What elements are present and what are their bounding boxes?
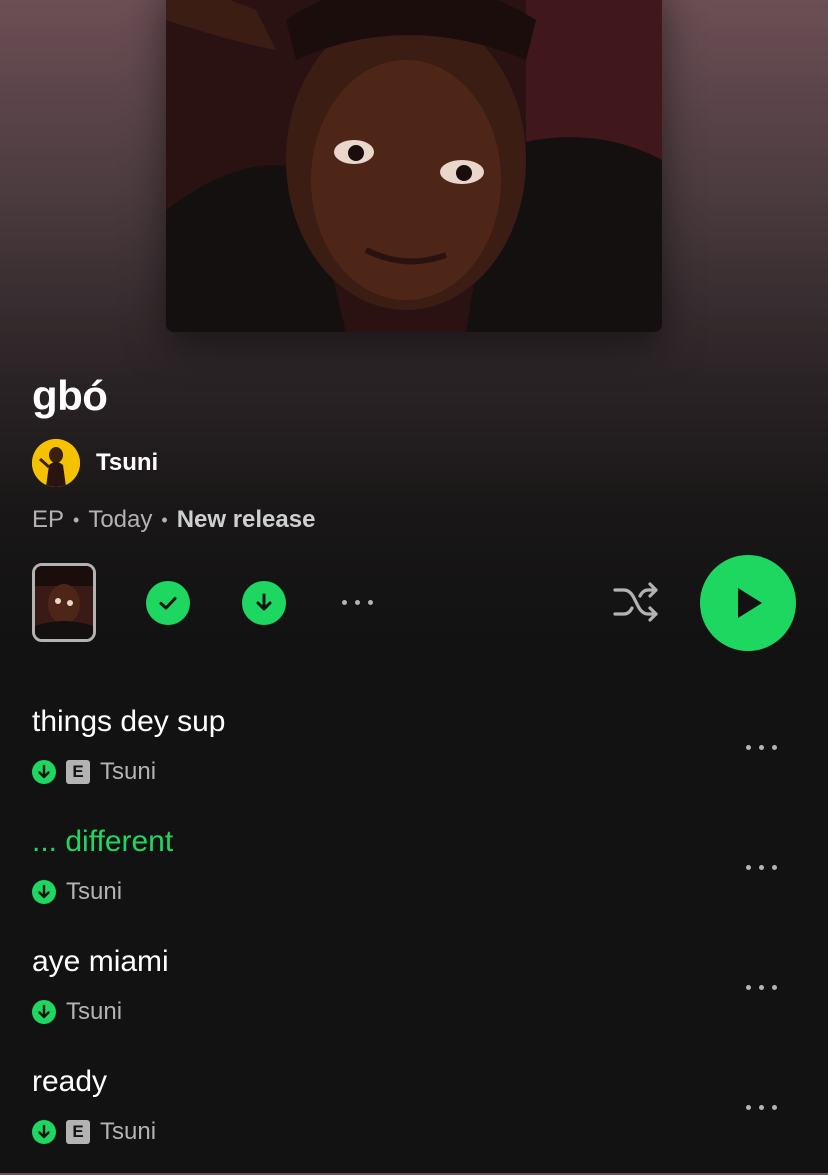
album-more-button[interactable] — [342, 600, 373, 605]
downloaded-icon — [32, 880, 56, 904]
dot — [759, 745, 764, 750]
album-cover — [166, 0, 662, 332]
album-type: EP — [32, 506, 65, 533]
track-more-button[interactable] — [746, 865, 777, 870]
album-title: gbó — [32, 372, 108, 419]
album-meta: EP • Today • New release — [32, 506, 315, 534]
dot — [772, 865, 777, 870]
dot — [746, 985, 751, 990]
explicit-badge: E — [66, 1120, 90, 1144]
track-artist: Tsuni — [66, 998, 123, 1025]
track-subtitle: Tsuni — [32, 998, 122, 1026]
artist-avatar[interactable] — [32, 439, 80, 487]
play-button[interactable] — [700, 555, 796, 651]
track-title-now-playing: ... different — [32, 825, 174, 858]
dot — [355, 600, 360, 605]
track-artist: Tsuni — [100, 1118, 157, 1145]
track-row[interactable]: things dey sup E Tsuni — [32, 705, 796, 815]
separator-dot: • — [73, 509, 80, 530]
track-more-button[interactable] — [746, 985, 777, 990]
track-row[interactable]: ... different Tsuni — [32, 825, 796, 935]
track-artist: Tsuni — [100, 758, 157, 785]
download-circle-icon — [256, 593, 272, 611]
track-subtitle: E Tsuni — [32, 758, 156, 786]
play-icon — [738, 588, 762, 618]
artist-name[interactable]: Tsuni — [96, 449, 158, 477]
track-title: ready — [32, 1065, 108, 1098]
explicit-badge: E — [66, 760, 90, 784]
track-more-button[interactable] — [746, 1105, 777, 1110]
dot — [746, 1105, 751, 1110]
dot — [772, 985, 777, 990]
release-tag: New release — [176, 506, 316, 533]
dot — [746, 745, 751, 750]
album-date: Today — [88, 506, 153, 533]
dot — [759, 985, 764, 990]
downloaded-icon — [32, 1120, 56, 1144]
track-title: aye miami — [32, 945, 169, 978]
dot — [759, 865, 764, 870]
shuffle-icon[interactable] — [612, 580, 660, 624]
download-button[interactable] — [242, 581, 286, 625]
track-artist: Tsuni — [66, 878, 123, 905]
dot — [746, 865, 751, 870]
downloaded-icon — [32, 1000, 56, 1024]
track-row[interactable]: aye miami Tsuni — [32, 945, 796, 1055]
saved-check-button[interactable] — [146, 581, 190, 625]
dot — [772, 1105, 777, 1110]
dot — [368, 600, 373, 605]
album-preview-thumbnail[interactable] — [32, 563, 96, 642]
check-circle-icon — [159, 597, 177, 610]
dot — [772, 745, 777, 750]
artist-row[interactable]: Tsuni — [32, 439, 158, 487]
dot — [342, 600, 347, 605]
track-subtitle: Tsuni — [32, 878, 122, 906]
separator-dot: • — [161, 509, 168, 530]
track-title: things dey sup — [32, 705, 226, 738]
track-more-button[interactable] — [746, 745, 777, 750]
track-row[interactable]: ready E Tsuni — [32, 1065, 796, 1175]
downloaded-icon — [32, 760, 56, 784]
track-subtitle: E Tsuni — [32, 1118, 156, 1146]
dot — [759, 1105, 764, 1110]
